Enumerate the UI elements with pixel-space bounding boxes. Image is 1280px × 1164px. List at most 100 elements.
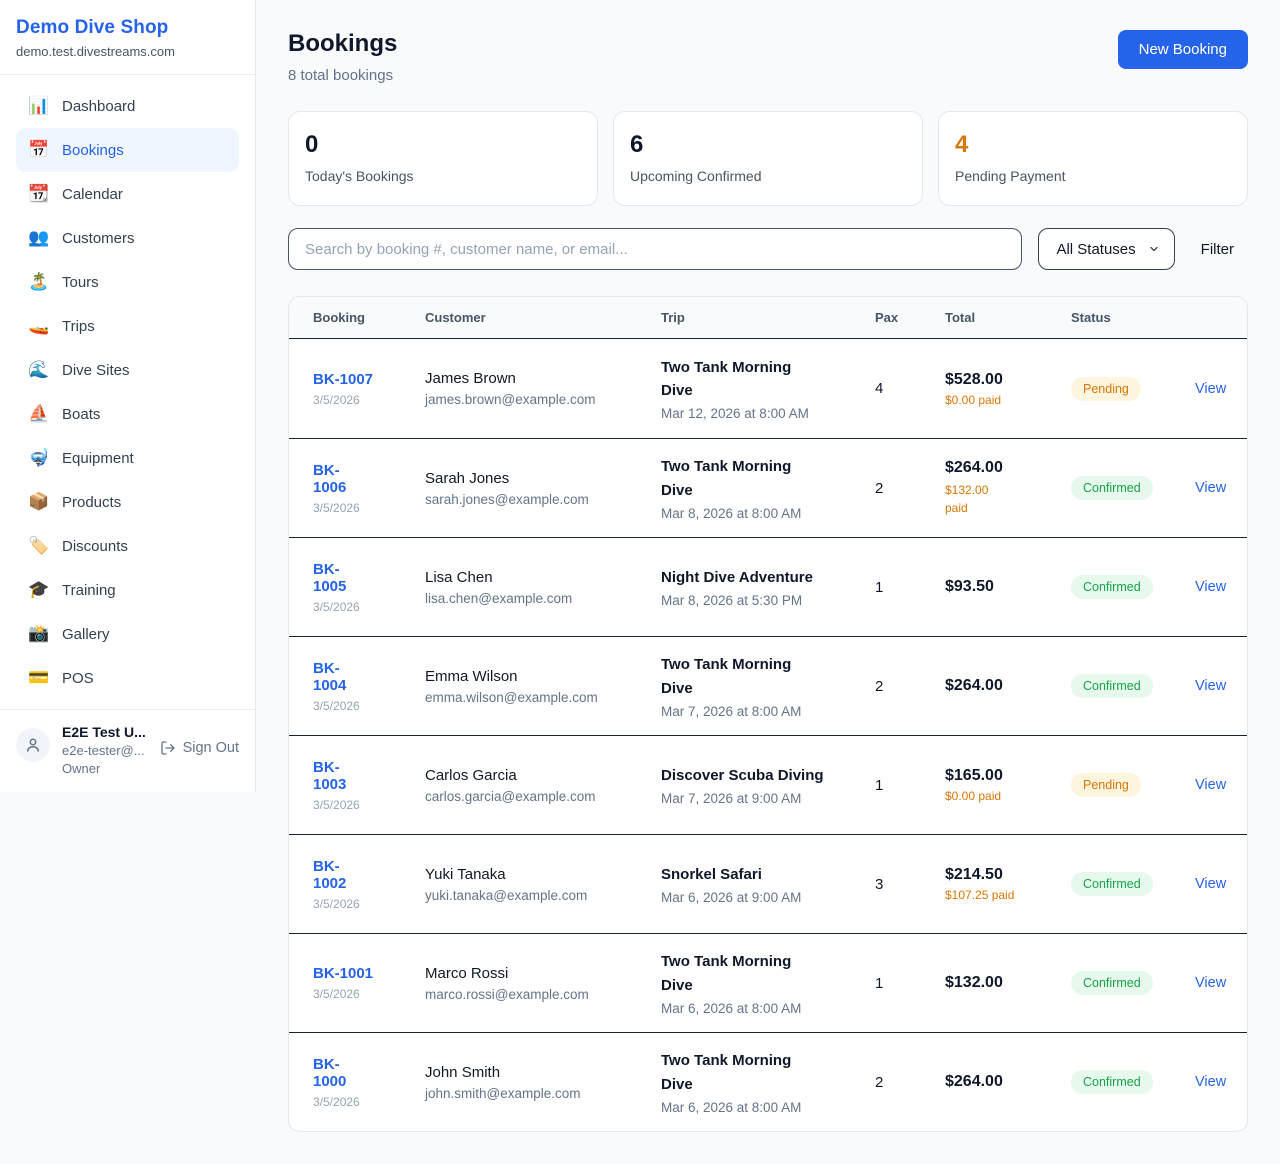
people-icon: 👥 xyxy=(28,228,48,248)
status-badge: Confirmed xyxy=(1071,674,1153,698)
status-badge: Confirmed xyxy=(1071,476,1153,500)
sidebar-item-products[interactable]: 📦 Products xyxy=(16,480,239,524)
sidebar-item-label: POS xyxy=(62,670,94,687)
sidebar-item-calendar[interactable]: 📆 Calendar xyxy=(16,172,239,216)
island-icon: 🏝️ xyxy=(28,272,48,292)
booking-id-link[interactable]: BK-1006 xyxy=(313,462,357,496)
booking-id-link[interactable]: BK-1003 xyxy=(313,759,357,793)
tag-icon: 🏷️ xyxy=(28,536,48,556)
status-badge: Confirmed xyxy=(1071,971,1153,995)
sidebar-item-label: Bookings xyxy=(62,142,124,159)
view-link[interactable]: View xyxy=(1195,579,1226,595)
stat-card-todays-bookings: 0 Today's Bookings xyxy=(288,111,598,206)
col-header-trip: Trip xyxy=(661,310,875,325)
sailboat-icon: ⛵ xyxy=(28,404,48,424)
customer-email: yuki.tanaka@example.com xyxy=(425,888,661,903)
customer-name: Yuki Tanaka xyxy=(425,866,661,883)
booking-id-link[interactable]: BK-1004 xyxy=(313,660,357,694)
stat-label: Today's Bookings xyxy=(305,168,581,184)
trip-name: Night Dive Adventure xyxy=(661,566,826,589)
sidebar-item-equipment[interactable]: 🤿 Equipment xyxy=(16,436,239,480)
page-subtitle: 8 total bookings xyxy=(288,67,397,84)
stat-label: Upcoming Confirmed xyxy=(630,168,906,184)
sidebar-item-gallery[interactable]: 📸 Gallery xyxy=(16,612,239,656)
table-row: BK-1006 3/5/2026 Sarah Jones sarah.jones… xyxy=(289,438,1247,537)
table-row: BK-1004 3/5/2026 Emma Wilson emma.wilson… xyxy=(289,636,1247,735)
table-row: BK-1005 3/5/2026 Lisa Chen lisa.chen@exa… xyxy=(289,537,1247,636)
booking-date: 3/5/2026 xyxy=(313,600,425,614)
table-row: BK-1007 3/5/2026 James Brown james.brown… xyxy=(289,339,1247,438)
sidebar-item-dive-sites[interactable]: 🌊 Dive Sites xyxy=(16,348,239,392)
customer-email: carlos.garcia@example.com xyxy=(425,789,661,804)
booking-date: 3/5/2026 xyxy=(313,1095,425,1109)
total-amount: $264.00 xyxy=(945,677,1071,695)
sidebar-item-label: Training xyxy=(62,582,116,599)
table-row: BK-1000 3/5/2026 John Smith john.smith@e… xyxy=(289,1032,1247,1131)
booking-date: 3/5/2026 xyxy=(313,897,425,911)
sidebar-item-customers[interactable]: 👥 Customers xyxy=(16,216,239,260)
sidebar-item-label: Calendar xyxy=(62,186,123,203)
sidebar-item-label: Products xyxy=(62,494,121,511)
col-header-total: Total xyxy=(945,310,1071,325)
view-link[interactable]: View xyxy=(1195,975,1226,991)
pax-count: 1 xyxy=(875,579,945,596)
new-booking-button[interactable]: New Booking xyxy=(1118,30,1248,69)
sidebar-item-label: Dashboard xyxy=(62,98,135,115)
pax-count: 2 xyxy=(875,480,945,497)
booking-date: 3/5/2026 xyxy=(313,393,425,407)
customer-name: Lisa Chen xyxy=(425,569,661,586)
status-filter-select[interactable]: All Statuses xyxy=(1038,228,1174,270)
view-link[interactable]: View xyxy=(1195,876,1226,892)
view-link[interactable]: View xyxy=(1195,777,1226,793)
package-icon: 📦 xyxy=(28,492,48,512)
booking-id-link[interactable]: BK-1007 xyxy=(313,371,373,388)
sidebar-item-label: Boats xyxy=(62,406,100,423)
sidebar-item-tours[interactable]: 🏝️ Tours xyxy=(16,260,239,304)
booking-id-link[interactable]: BK-1002 xyxy=(313,858,357,892)
filter-button[interactable]: Filter xyxy=(1191,241,1248,258)
view-link[interactable]: View xyxy=(1195,1074,1226,1090)
booking-date: 3/5/2026 xyxy=(313,987,425,1001)
trip-time: Mar 6, 2026 at 8:00 AM xyxy=(661,1100,875,1115)
sidebar-nav: 📊 Dashboard 📅 Bookings 📆 Calendar 👥 Cust… xyxy=(0,75,255,709)
sign-out-button[interactable]: Sign Out xyxy=(160,740,239,756)
sidebar-user-footer: E2E Test U... e2e-tester@... Owner Sign … xyxy=(0,709,255,792)
customer-email: sarah.jones@example.com xyxy=(425,492,661,507)
customer-name: John Smith xyxy=(425,1064,661,1081)
calendar-icon: 📆 xyxy=(28,184,48,204)
sidebar-item-boats[interactable]: ⛵ Boats xyxy=(16,392,239,436)
customer-name: James Brown xyxy=(425,370,661,387)
status-badge: Pending xyxy=(1071,773,1141,797)
trip-name: Two Tank Morning Dive xyxy=(661,1049,826,1096)
total-amount: $165.00 xyxy=(945,767,1071,785)
search-input[interactable] xyxy=(288,228,1022,270)
trip-name: Two Tank Morning Dive xyxy=(661,356,826,403)
main-content: Bookings 8 total bookings New Booking 0 … xyxy=(256,0,1280,1164)
booking-id-link[interactable]: BK-1001 xyxy=(313,965,373,982)
col-header-booking: Booking xyxy=(313,310,425,325)
sign-out-icon xyxy=(160,740,176,756)
sidebar-item-dashboard[interactable]: 📊 Dashboard xyxy=(16,84,239,128)
customer-email: emma.wilson@example.com xyxy=(425,690,661,705)
sidebar-item-pos[interactable]: 💳 POS xyxy=(16,656,239,700)
total-amount: $214.50 xyxy=(945,866,1071,884)
brand-block: Demo Dive Shop demo.test.divestreams.com xyxy=(0,0,255,75)
view-link[interactable]: View xyxy=(1195,480,1226,496)
view-link[interactable]: View xyxy=(1195,381,1226,397)
booking-id-link[interactable]: BK-1005 xyxy=(313,561,357,595)
graduation-cap-icon: 🎓 xyxy=(28,580,48,600)
sidebar-item-trips[interactable]: 🚤 Trips xyxy=(16,304,239,348)
trip-time: Mar 8, 2026 at 8:00 AM xyxy=(661,506,875,521)
booking-id-link[interactable]: BK-1000 xyxy=(313,1056,357,1090)
diving-mask-icon: 🤿 xyxy=(28,448,48,468)
customer-email: marco.rossi@example.com xyxy=(425,987,661,1002)
sidebar-item-bookings[interactable]: 📅 Bookings xyxy=(16,128,239,172)
sidebar-item-label: Equipment xyxy=(62,450,134,467)
sidebar-item-discounts[interactable]: 🏷️ Discounts xyxy=(16,524,239,568)
stat-card-upcoming-confirmed: 6 Upcoming Confirmed xyxy=(613,111,923,206)
booking-date: 3/5/2026 xyxy=(313,501,425,515)
view-link[interactable]: View xyxy=(1195,678,1226,694)
camera-icon: 📸 xyxy=(28,624,48,644)
stat-value: 6 xyxy=(630,131,906,159)
sidebar-item-training[interactable]: 🎓 Training xyxy=(16,568,239,612)
